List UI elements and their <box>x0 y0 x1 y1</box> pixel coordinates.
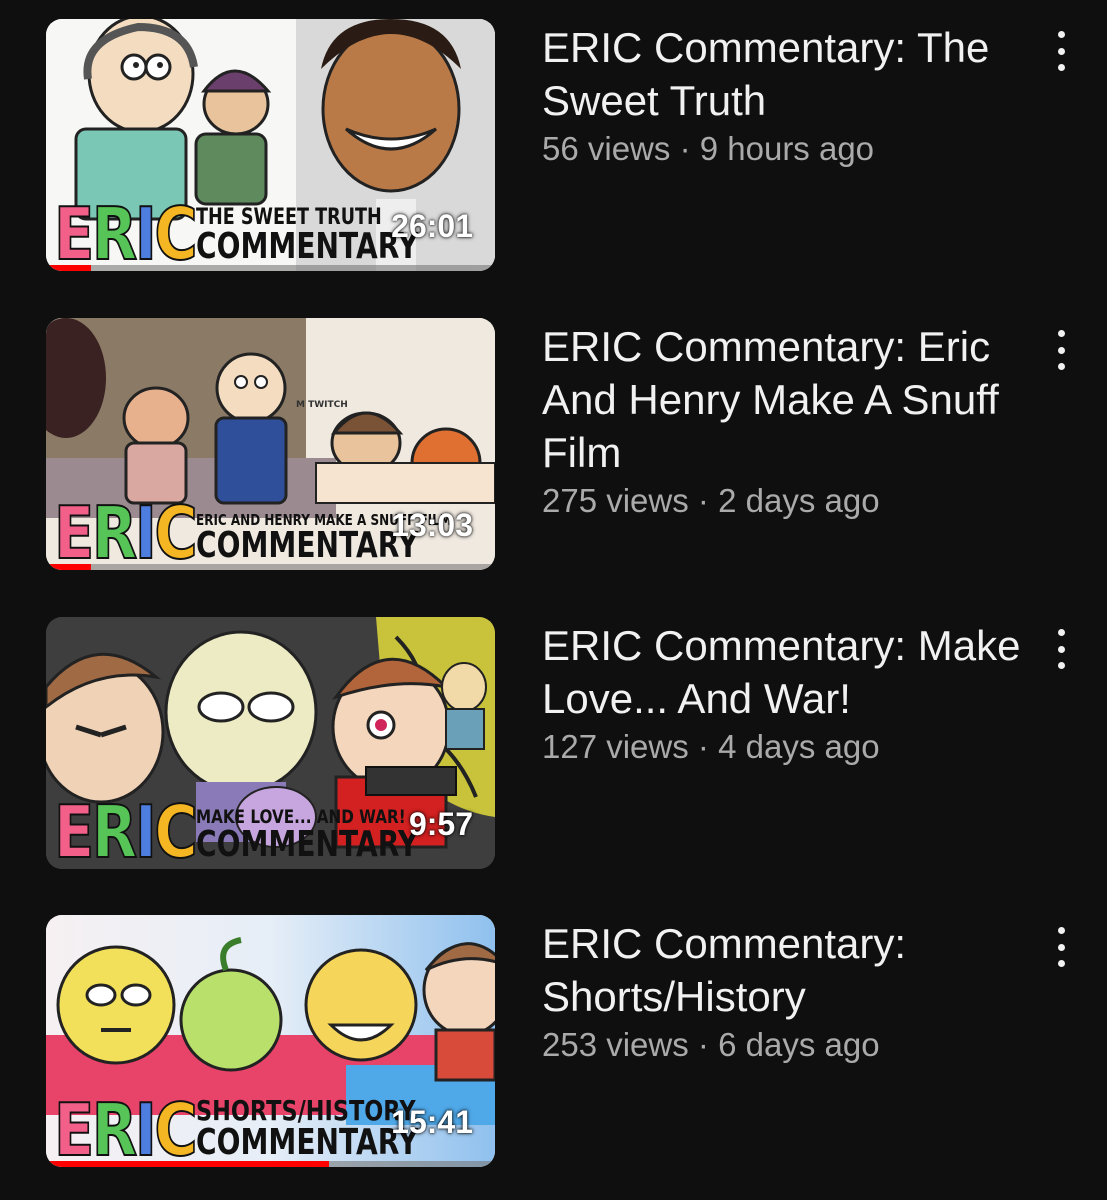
duration-badge: 9:57 <box>408 806 473 842</box>
video-thumbnail[interactable]: ERIC THE SWEET TRUTH COMMENTARY 26:01 <box>46 19 495 271</box>
watch-progress-bar <box>46 265 495 271</box>
video-title[interactable]: ERIC Commentary: Eric And Henry Make A S… <box>542 323 999 476</box>
more-vertical-icon[interactable] <box>1046 29 1076 73</box>
watch-progress-bar <box>46 564 495 570</box>
view-count: 56 views <box>542 130 671 167</box>
video-thumbnail[interactable]: M TWITCH ERIC ERIC AND HENRY MAKE A SNUF… <box>46 318 495 570</box>
video-item[interactable]: ERIC SHORTS/HISTORY COMMENTARY 15:41 ERI… <box>0 915 1107 1171</box>
video-item[interactable]: M TWITCH ERIC ERIC AND HENRY MAKE A SNUF… <box>0 318 1107 574</box>
duration-badge: 15:41 <box>391 1104 473 1140</box>
video-metadata: 56 views · 9 hours ago <box>542 127 1032 171</box>
video-metadata: 127 views · 4 days ago <box>542 725 1032 769</box>
meta-separator: · <box>697 1026 709 1063</box>
watch-progress-fill <box>46 564 91 570</box>
meta-separator: · <box>697 728 709 765</box>
video-item[interactable]: ERIC THE SWEET TRUTH COMMENTARY 26:01 ER… <box>0 19 1107 275</box>
thumbnail-brand: COMMENTARY <box>196 824 419 865</box>
video-title[interactable]: ERIC Commentary: The Sweet Truth <box>542 24 989 124</box>
more-vertical-icon[interactable] <box>1046 627 1076 671</box>
video-metadata: 253 views · 6 days ago <box>542 1023 1032 1067</box>
upload-age: 4 days ago <box>718 728 880 765</box>
watch-progress-fill <box>46 1161 329 1167</box>
more-vertical-icon[interactable] <box>1046 328 1076 372</box>
upload-age: 2 days ago <box>718 482 880 519</box>
video-title-block[interactable]: ERIC Commentary: Make Love... And War! 1… <box>542 619 1032 769</box>
watch-progress-bar <box>46 1161 495 1167</box>
video-title[interactable]: ERIC Commentary: Make Love... And War! <box>542 622 1020 722</box>
upload-age: 6 days ago <box>718 1026 880 1063</box>
meta-separator: · <box>679 130 691 167</box>
view-count: 275 views <box>542 482 689 519</box>
thumbnail-caption: M TWITCH <box>296 400 348 410</box>
video-item[interactable]: ERIC MAKE LOVE... AND WAR! COMMENTARY 9:… <box>0 617 1107 873</box>
meta-separator: · <box>697 482 709 519</box>
video-metadata: 275 views · 2 days ago <box>542 479 1032 523</box>
video-thumbnail[interactable]: ERIC SHORTS/HISTORY COMMENTARY 15:41 <box>46 915 495 1167</box>
watch-progress-fill <box>46 265 91 271</box>
duration-badge: 13:03 <box>391 507 473 543</box>
video-thumbnail[interactable]: ERIC MAKE LOVE... AND WAR! COMMENTARY 9:… <box>46 617 495 869</box>
video-title-block[interactable]: ERIC Commentary: Shorts/History 253 view… <box>542 917 1032 1067</box>
view-count: 253 views <box>542 1026 689 1063</box>
upload-age: 9 hours ago <box>699 130 875 167</box>
more-vertical-icon[interactable] <box>1046 925 1076 969</box>
video-title-block[interactable]: ERIC Commentary: Eric And Henry Make A S… <box>542 320 1032 523</box>
video-title-block[interactable]: ERIC Commentary: The Sweet Truth 56 view… <box>542 21 1032 171</box>
duration-badge: 26:01 <box>391 208 473 244</box>
video-title[interactable]: ERIC Commentary: Shorts/History <box>542 920 906 1020</box>
view-count: 127 views <box>542 728 689 765</box>
